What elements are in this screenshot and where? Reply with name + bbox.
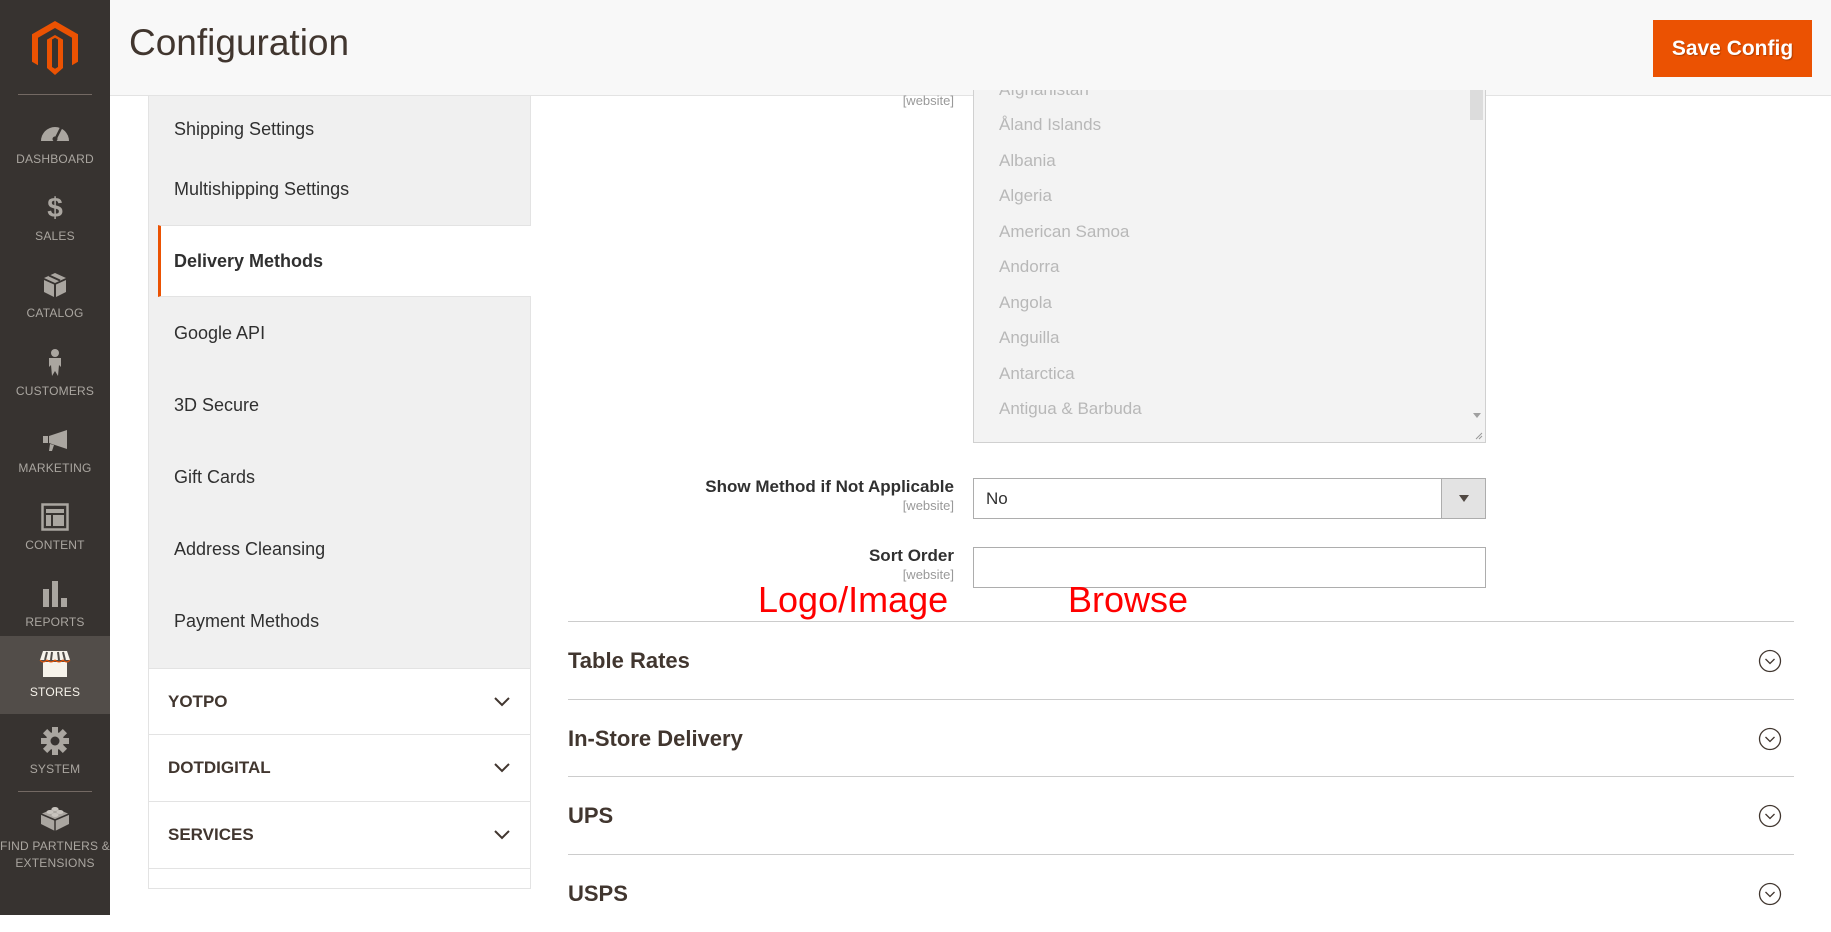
country-option[interactable]: Åland Islands [974, 108, 1467, 144]
multiselect-scrollbar[interactable] [1468, 90, 1485, 442]
section-title: UPS [568, 802, 614, 828]
box-icon [43, 271, 67, 299]
section-table-rates[interactable]: Table Rates [568, 621, 1794, 699]
nav-item-google-api[interactable]: Google API [149, 297, 530, 369]
field-label-text: Show Method if Not Applicable [705, 477, 954, 496]
select-dropdown-button[interactable] [1441, 479, 1485, 518]
nav-item-label: Payment Methods [174, 610, 320, 631]
section-title: USPS [568, 880, 628, 906]
menu-item-customers[interactable]: Customers [0, 336, 110, 413]
nav-item-label: 3D Secure [174, 395, 260, 415]
select-value: No [986, 489, 1008, 508]
nav-item-label: Shipping Settings [174, 119, 315, 139]
config-nav: Shipping Settings Multishipping Settings… [148, 96, 531, 889]
menu-item-sales[interactable]: $ Sales [0, 181, 110, 258]
menu-item-reports[interactable]: Reports [0, 567, 110, 644]
nav-item-delivery-methods[interactable]: Delivery Methods [158, 225, 531, 297]
menu-item-stores[interactable]: Stores [0, 636, 110, 714]
chevron-down-icon [494, 763, 510, 773]
section-title: Table Rates [568, 647, 690, 673]
chevron-down-icon [494, 696, 510, 706]
show-method-label: Show Method if Not Applicable [website] [705, 476, 954, 513]
section-title: In-Store Delivery [568, 725, 743, 751]
expand-circle-icon [1758, 727, 1782, 750]
country-option[interactable]: Algeria [974, 179, 1467, 215]
country-option[interactable]: Andorra [974, 250, 1467, 286]
menu-item-system[interactable]: System [0, 714, 110, 791]
nav-item-label: Gift Cards [174, 467, 256, 487]
section-in-store-delivery[interactable]: In-Store Delivery [568, 699, 1794, 777]
country-option[interactable]: Afghanistan [974, 90, 1467, 108]
country-option[interactable]: Antigua & Barbuda [974, 392, 1467, 428]
dollar-icon: $ [47, 192, 63, 223]
nav-section-next[interactable] [148, 869, 531, 889]
country-option[interactable]: Albania [974, 143, 1467, 179]
country-option[interactable]: Angola [974, 285, 1467, 321]
logo-image-annotation: Logo/Image [758, 579, 949, 620]
lego-brick-icon [40, 804, 70, 832]
country-option[interactable]: Antarctica [974, 356, 1467, 392]
nav-item-multishipping-settings[interactable]: Multishipping Settings [149, 153, 530, 225]
megaphone-icon [42, 426, 68, 454]
country-options: AfghanistanÅland IslandsAlbaniaAlgeriaAm… [974, 90, 1467, 427]
expand-circle-icon [1758, 804, 1782, 827]
nav-item-3d-secure[interactable]: 3D Secure [149, 369, 530, 441]
gear-icon [41, 727, 69, 755]
nav-section-label: YOTPO [168, 691, 228, 711]
person-icon [47, 349, 63, 377]
country-option[interactable]: American Samoa [974, 214, 1467, 250]
page-header: Configuration Save Config [110, 0, 1831, 96]
save-config-button[interactable]: Save Config [1653, 20, 1812, 77]
menu-divider [18, 94, 92, 95]
field-label-text: Sort Order [868, 546, 954, 565]
country-option[interactable]: Anguilla [974, 321, 1467, 357]
nav-section-services[interactable]: SERVICES [148, 802, 531, 869]
nav-item-label: Address Cleansing [174, 539, 326, 559]
countries-scope: [website] [902, 93, 954, 108]
nav-section-yotpo[interactable]: YOTPO [148, 668, 531, 735]
expand-circle-icon [1758, 649, 1782, 672]
storefront-icon [39, 650, 71, 678]
nav-item-address-cleansing[interactable]: Address Cleansing [149, 513, 530, 585]
magento-logo[interactable] [0, 0, 110, 95]
sales-group-items: Shipping Settings Multishipping Settings… [148, 96, 531, 668]
sort-order-input[interactable] [973, 547, 1486, 588]
resize-handle-icon[interactable] [1473, 430, 1483, 440]
nav-section-label: DOTDIGITAL [168, 758, 271, 777]
sort-order-label: Sort Order [website] [869, 545, 954, 582]
nav-section-label: SERVICES [168, 825, 254, 844]
scrollbar-thumb[interactable] [1470, 90, 1483, 120]
browse-annotation: Browse [1068, 579, 1189, 620]
magento-logo-icon [32, 20, 78, 75]
page-title: Configuration [129, 22, 350, 63]
ship-to-countries-multiselect[interactable]: AfghanistanÅland IslandsAlbaniaAlgeriaAm… [973, 90, 1486, 443]
menu-item-find-partners[interactable]: Find Partners & Extensions [0, 798, 110, 878]
field-scope: [website] [902, 498, 954, 513]
nav-item-payment-methods[interactable]: Payment Methods [149, 585, 530, 668]
chevron-down-icon [494, 830, 510, 840]
nav-item-gift-cards[interactable]: Gift Cards [149, 441, 530, 513]
menu-item-content[interactable]: Content [0, 490, 110, 567]
nav-item-label: Delivery Methods [174, 250, 324, 271]
scroll-down-arrow-icon[interactable] [1473, 413, 1481, 418]
show-method-select[interactable]: No [973, 478, 1486, 519]
admin-menu: Dashboard $ Sales Catalog Customers Mark… [0, 0, 110, 915]
nav-item-shipping-settings[interactable]: Shipping Settings [149, 96, 530, 153]
expand-circle-icon [1758, 882, 1782, 905]
menu-item-dashboard[interactable]: Dashboard [0, 104, 110, 181]
section-ups[interactable]: UPS [568, 776, 1794, 854]
bar-chart-icon [42, 580, 68, 608]
menu-item-catalog[interactable]: Catalog [0, 258, 110, 335]
caret-down-icon [1458, 495, 1469, 502]
nav-item-label: Multishipping Settings [174, 179, 350, 199]
nav-item-label: Google API [174, 323, 266, 343]
dashboard-icon [40, 117, 70, 145]
menu-item-marketing[interactable]: Marketing [0, 413, 110, 490]
layout-icon [41, 503, 69, 531]
menu-divider [18, 791, 92, 792]
nav-section-dotdigital[interactable]: DOTDIGITAL [148, 735, 531, 802]
section-usps[interactable]: USPS [568, 854, 1794, 932]
